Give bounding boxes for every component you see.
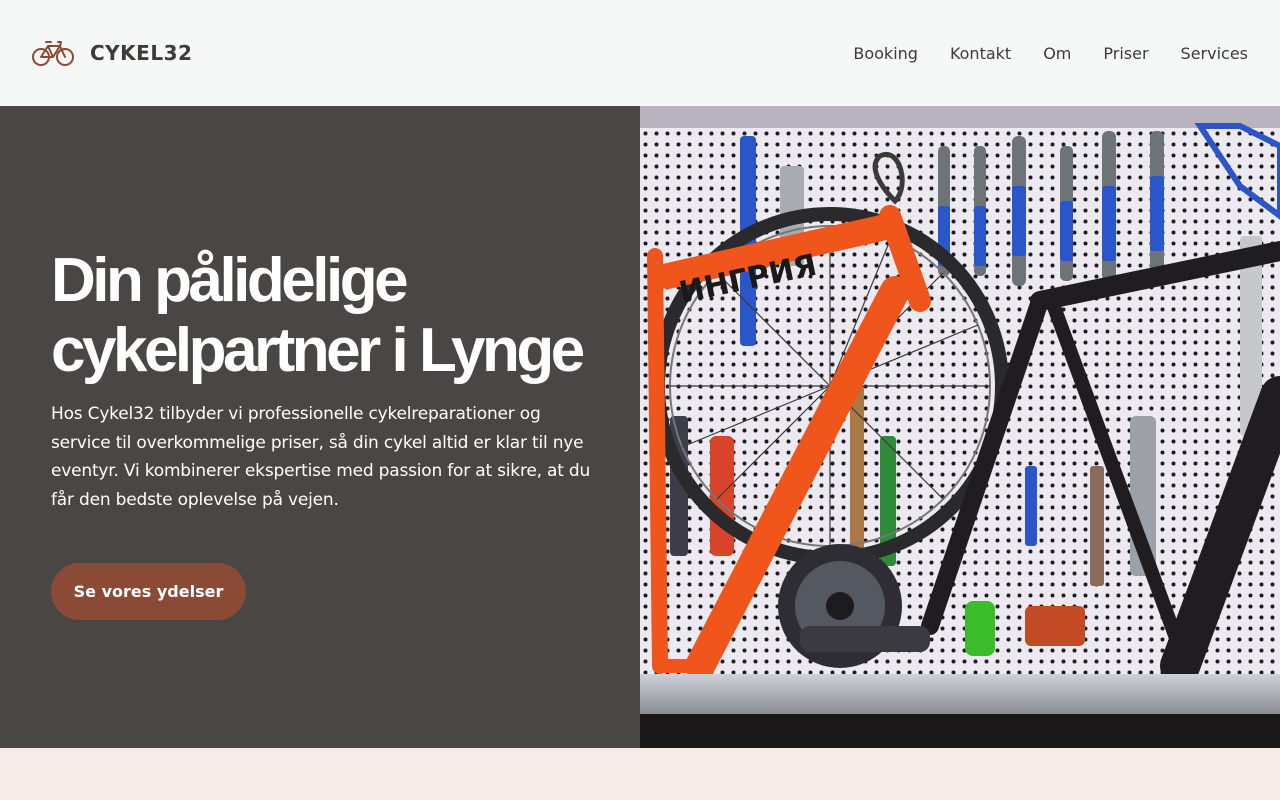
hero-title: Din pålidelige cykelpartner i Lynge — [51, 246, 611, 386]
brand[interactable]: CYKEL32 — [32, 39, 192, 67]
nav-kontakt[interactable]: Kontakt — [950, 44, 1011, 63]
next-section — [0, 748, 1280, 800]
nav-booking[interactable]: Booking — [853, 44, 918, 63]
site-header: CYKEL32 Booking Kontakt Om Priser Servic… — [0, 0, 1280, 106]
nav-services[interactable]: Services — [1181, 44, 1248, 63]
nav-om[interactable]: Om — [1043, 44, 1071, 63]
brand-name: CYKEL32 — [90, 41, 193, 65]
hero-title-line-1: Din pålidelige — [51, 246, 409, 315]
hero-description: Hos Cykel32 tilbyder vi professionelle c… — [51, 404, 591, 511]
see-services-button[interactable]: Se vores ydelser — [51, 563, 246, 620]
main-nav: Booking Kontakt Om Priser Services — [853, 44, 1248, 63]
hero-panel: Din pålidelige cykelpartner i Lynge Hos … — [0, 106, 640, 748]
hero-title-line-2: cykelpartner i Lynge — [51, 316, 585, 385]
workshop-illustration: ИНГРИЯ — [640, 106, 1280, 748]
nav-priser[interactable]: Priser — [1103, 44, 1148, 63]
workbench — [640, 674, 1280, 714]
bench-shadow — [640, 714, 1280, 748]
hero-image-workshop: ИНГРИЯ — [640, 106, 1280, 748]
bicycle-icon — [32, 41, 74, 66]
